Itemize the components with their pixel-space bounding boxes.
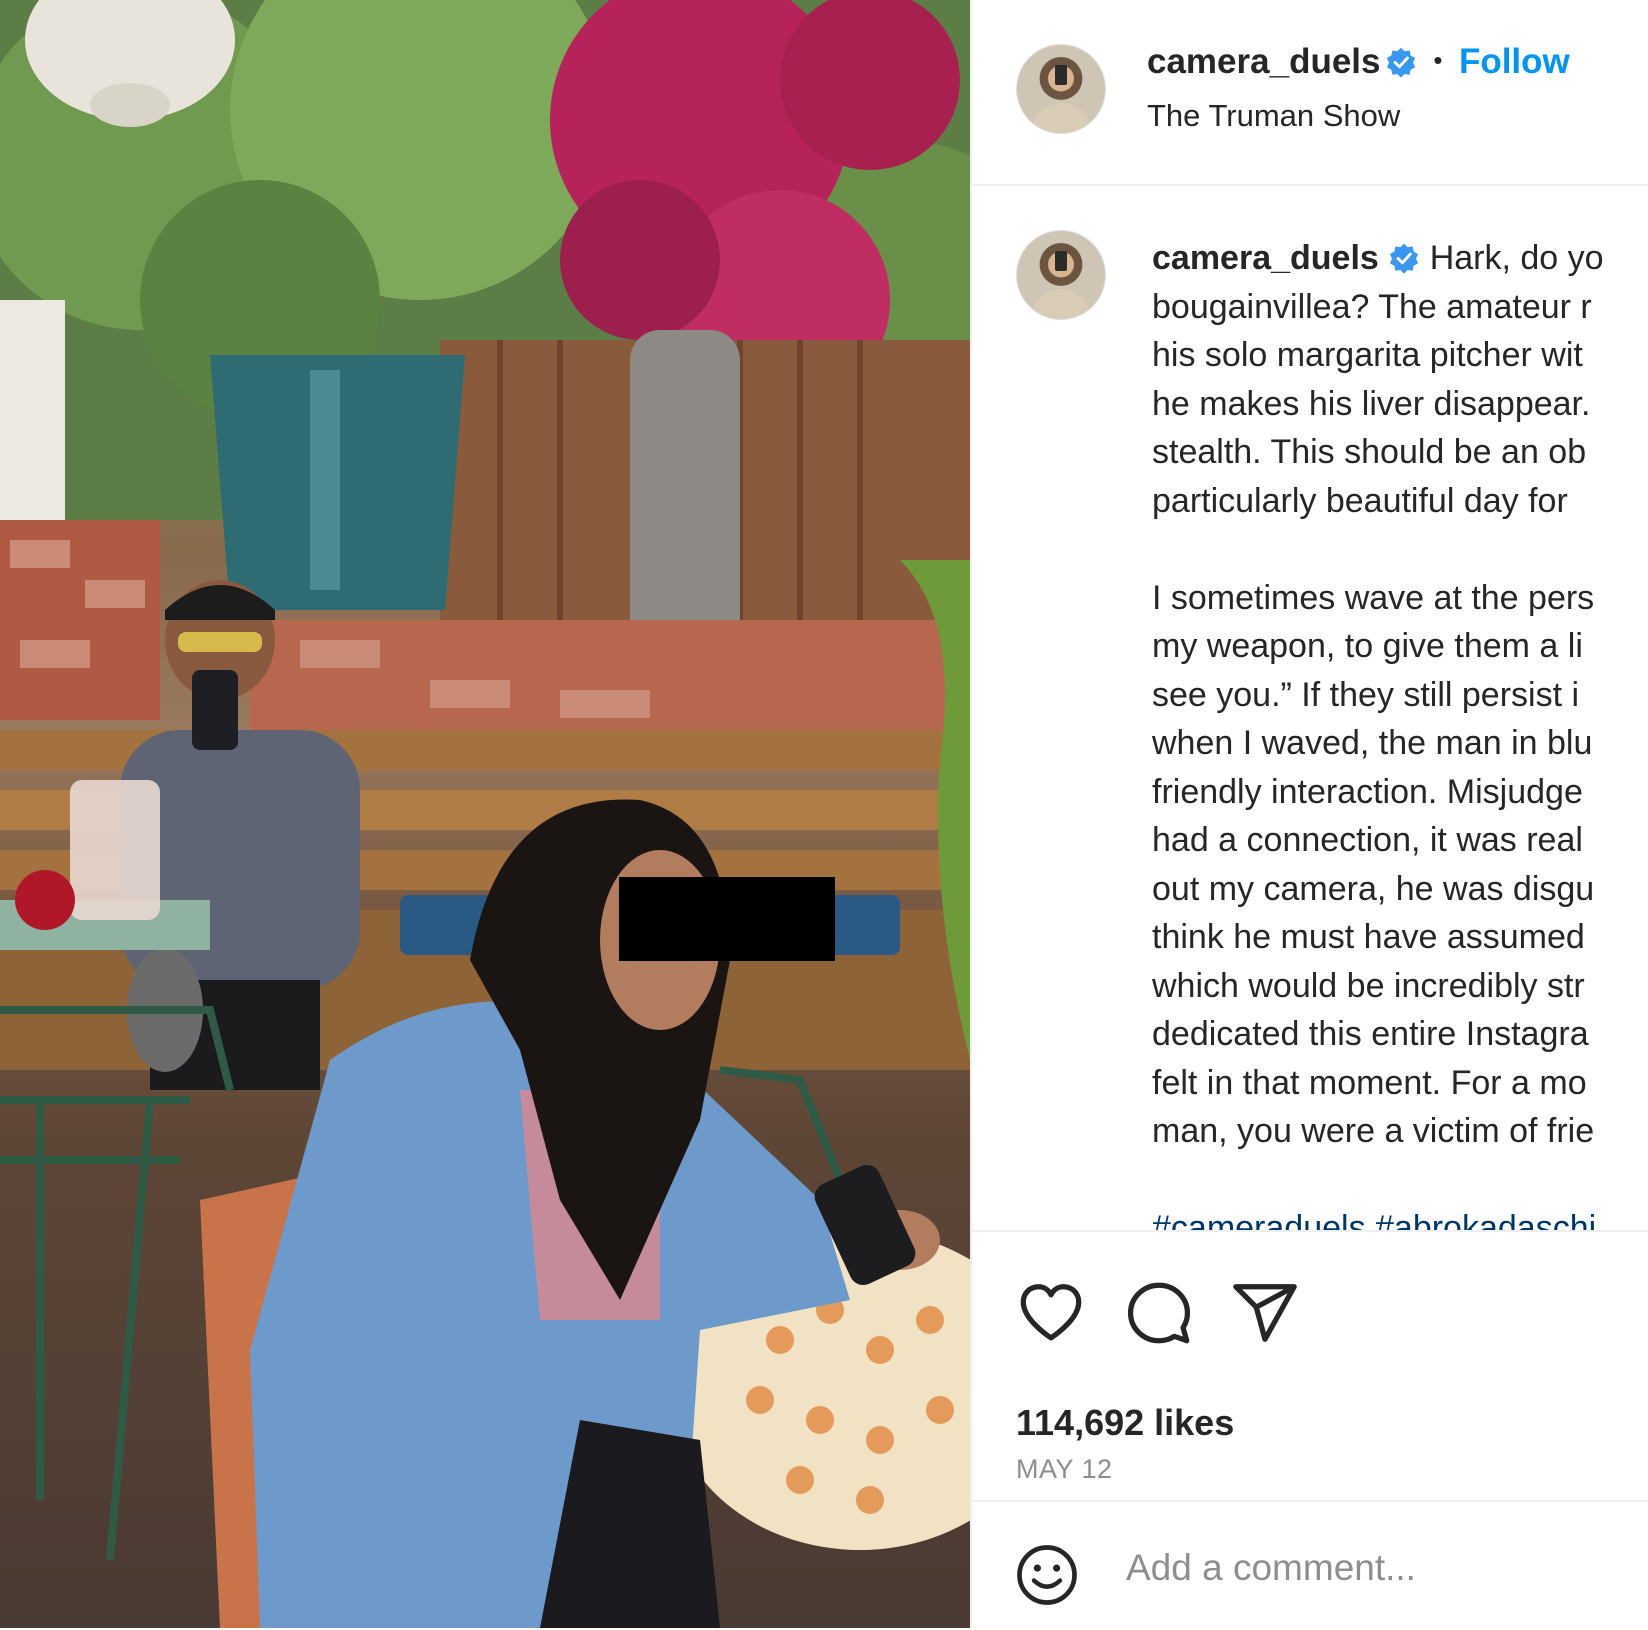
caption-line: I sometimes wave at the pers — [1152, 578, 1595, 617]
avatar-phone — [1055, 251, 1067, 271]
hashtags-link[interactable]: #cameraduels #abrokadaschi — [1152, 1204, 1648, 1230]
caption-text: camera_duels Hark, do yo bougainvillea? … — [1152, 234, 1648, 1230]
caption-line: bougainvillea? The amateur r — [1152, 287, 1592, 326]
post-photo[interactable] — [0, 0, 970, 1628]
caption-line: particularly beautiful day for — [1152, 481, 1568, 520]
caption-line: man, you were a victim of frie — [1152, 1112, 1595, 1150]
post-header: camera_duels • Follow The Truman Show — [972, 0, 1648, 186]
verified-badge-icon — [1386, 47, 1416, 78]
verified-badge-icon — [1390, 243, 1419, 274]
caption-area[interactable]: camera_duels Hark, do yo bougainvillea? … — [972, 186, 1648, 1230]
caption-avatar[interactable] — [1016, 230, 1106, 320]
header-title-row: camera_duels • Follow — [1147, 42, 1570, 82]
caption-line: Hark, do yo — [1429, 239, 1604, 277]
caption-line: when I waved, the man in blu — [1152, 724, 1593, 762]
caption-username[interactable]: camera_duels — [1152, 239, 1379, 277]
follow-button[interactable]: Follow — [1459, 42, 1570, 81]
paper-plane-icon[interactable] — [1230, 1278, 1300, 1348]
caption-line: which would be incredibly str — [1152, 966, 1585, 1005]
caption-line: felt in that moment. For a mo — [1152, 1063, 1587, 1102]
caption-line: dedicated this entire Instagra — [1152, 1015, 1589, 1053]
caption-line: his solo margarita pitcher wit — [1152, 336, 1583, 374]
photo-illustration — [0, 0, 970, 1628]
avatar[interactable] — [1016, 44, 1106, 134]
post-date[interactable]: MAY 12 — [1016, 1454, 1113, 1485]
likes-count[interactable]: 114,692 likes — [1016, 1402, 1234, 1444]
location-link[interactable]: The Truman Show — [1147, 98, 1400, 134]
smiley-icon[interactable] — [1014, 1542, 1080, 1608]
caption-line: my weapon, to give them a li — [1152, 627, 1583, 665]
avatar-shirt — [1031, 103, 1091, 133]
caption-line: think he must have assumed — [1152, 918, 1585, 956]
caption-line: see you.” If they still persist i — [1152, 675, 1580, 714]
username-link[interactable]: camera_duels — [1147, 42, 1380, 81]
post-actions: 114,692 likes MAY 12 — [972, 1230, 1648, 1502]
caption-line: friendly interaction. Misjudge — [1152, 772, 1583, 811]
dot-separator: • — [1433, 45, 1443, 75]
caption-line: stealth. This should be an ob — [1152, 433, 1587, 471]
comment-bar — [972, 1500, 1648, 1630]
comment-input[interactable] — [1124, 1542, 1628, 1594]
avatar-shirt — [1031, 289, 1091, 319]
caption-line: camera_duels Hark, do yo — [1152, 234, 1648, 283]
avatar-phone — [1055, 65, 1067, 85]
comment-icon[interactable] — [1124, 1278, 1194, 1348]
caption-line: out my camera, he was disgu — [1152, 869, 1595, 908]
caption-line: he makes his liver disappear. — [1152, 384, 1591, 423]
caption-line: had a connection, it was real — [1152, 821, 1583, 859]
heart-icon[interactable] — [1016, 1278, 1086, 1348]
